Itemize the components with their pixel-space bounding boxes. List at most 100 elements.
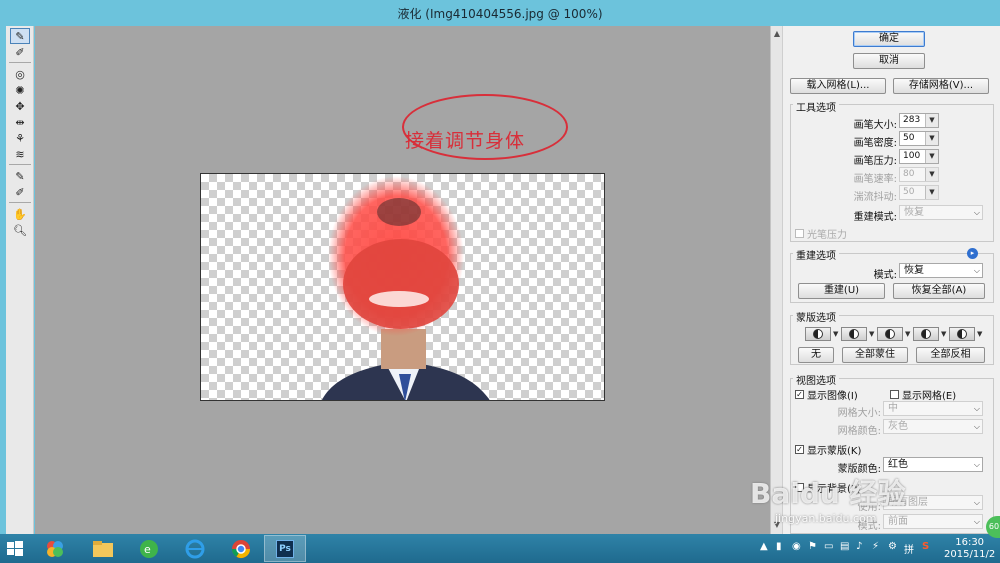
tray-arrow-icon[interactable]: ▲: [760, 541, 768, 552]
chevron-down-icon: ⌵: [973, 422, 980, 431]
turbulent-jitter-label: 湍流抖动:: [853, 192, 897, 203]
chevron-down-icon: ⌵: [973, 404, 980, 413]
mesh-size-label: 网格大小:: [837, 408, 881, 419]
reconstruct-mode-select[interactable]: 恢复 ⌵: [899, 205, 983, 220]
mirror-tool-icon[interactable]: ⚘: [10, 130, 30, 146]
show-image-label: 显示图像(I): [807, 391, 858, 402]
thaw-mask-tool-icon[interactable]: ✐: [10, 184, 30, 200]
photoshop-taskbar-button[interactable]: Ps: [264, 535, 306, 562]
brush-pressure-field[interactable]: 100 ▼: [899, 149, 939, 164]
windows-taskbar: e Ps ▲ ▮ ◉ ⚑ ▭ ▤ ♪ ⚡ ⚙ 拼 S 16:30 2015/11…: [0, 516, 1000, 563]
internet-explorer-icon[interactable]: [174, 535, 216, 562]
intersect-selection-icon[interactable]: [913, 327, 939, 341]
chevron-down-icon[interactable]: ▼: [925, 168, 938, 181]
chevron-down-icon[interactable]: ▼: [905, 330, 910, 338]
cancel-button[interactable]: 取消: [853, 53, 925, 69]
show-image-checkbox[interactable]: ✓ 显示图像(I): [795, 387, 858, 402]
tray-phone-icon[interactable]: ▮: [776, 541, 782, 552]
clock-date: 2015/11/2: [944, 549, 996, 560]
checkbox-box[interactable]: [890, 390, 899, 399]
chevron-down-icon[interactable]: ▼: [941, 330, 946, 338]
liquify-toolbar: ✎ ✐ ◎ ✺ ✥ ⇹ ⚘ ≋ ✎ ✐ ✋ 🔍︎: [6, 26, 34, 534]
reconstruct-mode-label: 重建模式:: [853, 212, 897, 223]
tool-options-title: 工具选项: [793, 99, 839, 114]
taskbar-clock[interactable]: 16:30 2015/11/2: [944, 537, 995, 561]
mask-none-button[interactable]: 无: [798, 347, 834, 363]
reconstruct-tool-icon[interactable]: ✐: [10, 44, 30, 60]
file-explorer-icon[interactable]: [82, 535, 124, 562]
restore-all-button[interactable]: 恢复全部(A): [893, 283, 985, 299]
push-left-tool-icon[interactable]: ⇹: [10, 114, 30, 130]
zoom-tool-icon[interactable]: 🔍︎: [10, 222, 30, 238]
show-mask-checkbox[interactable]: ✓ 显示蒙版(K): [795, 442, 861, 457]
add-to-selection-icon[interactable]: [841, 327, 867, 341]
mesh-size-select[interactable]: 中 ⌵: [883, 401, 983, 416]
windows-logo-icon: [7, 540, 23, 556]
check-icon[interactable]: ✓: [795, 390, 804, 399]
preview-canvas[interactable]: 接着调节身体: [35, 26, 770, 534]
brush-pressure-label: 画笔压力:: [853, 156, 897, 167]
replace-selection-icon[interactable]: [805, 327, 831, 341]
turbulent-jitter-field[interactable]: 50 ▼: [899, 185, 939, 200]
hand-tool-icon[interactable]: ✋: [10, 206, 30, 222]
checkbox-box[interactable]: [795, 229, 804, 238]
chevron-down-icon[interactable]: ▼: [833, 330, 838, 338]
check-icon[interactable]: ✓: [795, 445, 804, 454]
brush-rate-field[interactable]: 80 ▼: [899, 167, 939, 182]
ok-button[interactable]: 确定: [853, 31, 925, 47]
svg-text:e: e: [144, 543, 151, 556]
browser-360-icon[interactable]: e: [128, 535, 170, 562]
mesh-color-select[interactable]: 灰色 ⌵: [883, 419, 983, 434]
mask-color-select[interactable]: 红色 ⌵: [883, 457, 983, 472]
chevron-down-icon: ⌵: [973, 498, 980, 507]
tray-ime-icon[interactable]: 拼: [904, 541, 914, 556]
chevron-down-icon[interactable]: ▼: [925, 186, 938, 199]
chevron-down-icon[interactable]: ▼: [977, 330, 982, 338]
window-title-bar: 液化 (Img410404556.jpg @ 100%): [0, 0, 1000, 26]
brush-size-field[interactable]: 283 ▼: [899, 113, 939, 128]
start-button[interactable]: [0, 535, 30, 562]
app-store-icon[interactable]: [34, 535, 76, 562]
chevron-down-icon[interactable]: ▼: [925, 132, 938, 145]
subtract-from-selection-icon[interactable]: [877, 327, 903, 341]
stylus-pressure-checkbox[interactable]: 光笔压力: [795, 226, 847, 241]
tray-network-icon[interactable]: ▤: [840, 541, 849, 552]
load-mesh-button[interactable]: 载入网格(L)...: [790, 78, 886, 94]
scroll-up-icon[interactable]: ▲: [772, 29, 782, 39]
mask-all-button[interactable]: 全部蒙住: [842, 347, 908, 363]
tray-power-icon[interactable]: ⚡: [872, 541, 879, 552]
reconstruct-mode-select[interactable]: 恢复 ⌵: [899, 263, 983, 278]
tray-flag-icon[interactable]: ⚑: [808, 541, 817, 552]
tray-display-icon[interactable]: ▭: [824, 541, 833, 552]
baidu-watermark-url: jingyan.baidu.com: [775, 512, 877, 525]
show-mesh-checkbox[interactable]: 显示网格(E): [890, 387, 956, 402]
chevron-down-icon[interactable]: ▼: [925, 150, 938, 163]
panel-scrollbar[interactable]: ▲ ▼: [770, 26, 782, 534]
chevron-down-icon[interactable]: ▼: [925, 114, 938, 127]
image-preview[interactable]: [200, 173, 605, 401]
brush-density-label: 画笔密度:: [853, 138, 897, 149]
invert-all-button[interactable]: 全部反相: [916, 347, 985, 363]
chevron-down-icon[interactable]: ▼: [869, 330, 874, 338]
twirl-tool-icon[interactable]: ◎: [10, 66, 30, 82]
chrome-icon[interactable]: [220, 535, 262, 562]
save-mesh-button[interactable]: 存储网格(V)...: [893, 78, 989, 94]
tray-settings-icon[interactable]: ⚙: [888, 541, 897, 552]
backdrop-mode-select[interactable]: 前面 ⌵: [883, 514, 983, 529]
tray-volume-icon[interactable]: ♪: [856, 541, 862, 552]
speed-badge[interactable]: 60: [986, 516, 1000, 538]
turbulence-tool-icon[interactable]: ≋: [10, 146, 30, 162]
pucker-tool-icon[interactable]: ✺: [10, 82, 30, 98]
invert-selection-icon[interactable]: [949, 327, 975, 341]
freeze-mask-tool-icon[interactable]: ✎: [10, 168, 30, 184]
reconstruct-button[interactable]: 重建(U): [798, 283, 885, 299]
bloat-tool-icon[interactable]: ✥: [10, 98, 30, 114]
mesh-color-label: 网格颜色:: [837, 426, 881, 437]
tray-security-icon[interactable]: ◉: [792, 541, 801, 552]
info-icon[interactable]: ▸: [967, 248, 978, 259]
tray-sogou-icon[interactable]: S: [922, 541, 929, 552]
view-options-title: 视图选项: [793, 372, 839, 387]
brush-density-field[interactable]: 50 ▼: [899, 131, 939, 146]
baidu-watermark: Baidu 经验: [750, 477, 906, 510]
forward-warp-tool-icon[interactable]: ✎: [10, 28, 30, 44]
